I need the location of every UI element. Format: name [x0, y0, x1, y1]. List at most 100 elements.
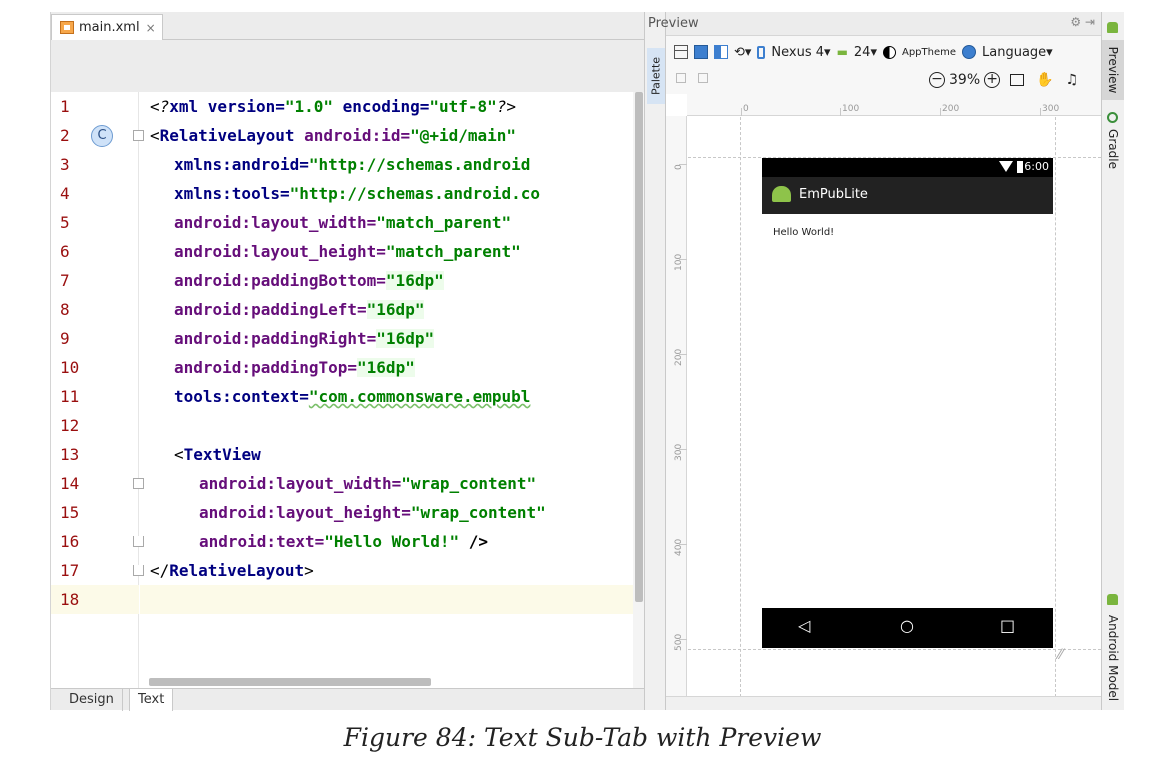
pan-hand-icon[interactable]: ✋ [1036, 72, 1053, 88]
guide-line [1055, 117, 1056, 697]
right-tool-strip: Preview Gradle Android Model [1101, 12, 1124, 710]
device-icon[interactable] [757, 45, 766, 59]
app-bar: EmPubLite [762, 177, 1053, 214]
zoom-out-icon[interactable]: − [929, 72, 945, 88]
preview-bottom-bar [666, 696, 1101, 710]
preview-title: Preview [648, 16, 699, 31]
ruler-tick: 100 [674, 253, 684, 271]
code-line-6: android:layout_height="match_parent" [174, 242, 521, 261]
orientation-icon[interactable]: ⟲▾ [734, 45, 751, 60]
layout-grid-icon[interactable] [674, 45, 688, 59]
tool-window-gradle[interactable]: Gradle [1102, 124, 1124, 174]
figure-caption: Figure 84: Text Sub-Tab with Preview [343, 723, 822, 752]
theme-icon[interactable] [882, 45, 896, 59]
guide-line [688, 649, 1101, 650]
fit-height-icon[interactable] [698, 73, 708, 83]
android-logo-icon [772, 186, 791, 202]
tab-design[interactable]: Design [61, 689, 123, 711]
line-number: 9 [60, 329, 70, 348]
line-number: 15 [60, 503, 80, 522]
xml-file-icon [60, 21, 74, 34]
line-number: 1 [60, 97, 70, 116]
file-tab-label: main.xml [79, 20, 140, 35]
class-badge-icon[interactable]: C [91, 125, 113, 147]
line-number: 4 [60, 184, 70, 203]
code-line-13: <TextView [174, 445, 261, 464]
ruler-tick: 200 [674, 348, 684, 366]
code-area[interactable]: <?xml version="1.0" encoding="utf-8"?> <… [140, 92, 633, 688]
ruler-tick: 500 [674, 633, 684, 651]
palette-tool-strip: Palette [644, 12, 666, 710]
status-bar: 6:00 [762, 158, 1053, 177]
code-line-4: xmlns:tools="http://schemas.android.co [174, 184, 541, 203]
ruler-tick: 200 [942, 104, 960, 114]
vertical-ruler: 0 100 200 300 400 500 [666, 116, 687, 696]
ruler-tick: 300 [1042, 104, 1060, 114]
line-number: 11 [60, 387, 80, 406]
vertical-scroll-thumb[interactable] [635, 92, 643, 602]
tab-text[interactable]: Text [129, 689, 174, 711]
line-number-gutter: 1 2 3 4 5 6 7 8 9 10 11 12 13 14 15 16 1… [51, 92, 144, 688]
ruler-tick: 300 [674, 443, 684, 461]
line-number-current: 18 [51, 585, 139, 614]
language-selector[interactable]: Language▾ [982, 45, 1053, 60]
code-line-11: tools:context="com.commonsware.empubl [174, 387, 531, 406]
line-number: 5 [60, 213, 70, 232]
globe-icon[interactable] [962, 45, 977, 59]
line-number: 13 [60, 445, 80, 464]
code-line-8: android:paddingLeft="16dp" [174, 300, 425, 319]
api-selector[interactable]: 24▾ [854, 45, 877, 60]
android-model-icon [1107, 594, 1118, 605]
gradle-tool-label: Gradle [1106, 129, 1120, 169]
line-number: 10 [60, 358, 80, 377]
code-line-16: android:text="Hello World!" /> [199, 532, 488, 551]
android-api-icon[interactable]: ▬ [837, 45, 848, 59]
ruler-tick: 400 [674, 538, 684, 556]
horizontal-scroll-thumb[interactable] [149, 678, 431, 686]
line-number: 8 [60, 300, 70, 319]
preview-tool-label: Preview [1106, 46, 1120, 94]
palette-label: Palette [649, 56, 663, 96]
horizontal-ruler: 0 100 200 300 [687, 94, 1101, 116]
palette-toggle[interactable]: Palette [647, 48, 665, 104]
code-line-3: xmlns:android="http://schemas.android [174, 155, 531, 174]
zoom-toolbar: − 39% + ✋ ♫ [666, 68, 1101, 94]
ruler-tick: 0 [674, 164, 684, 170]
line-number: 6 [60, 242, 70, 261]
preview-canvas[interactable]: 6:00 EmPubLite Hello World! ◁ ○ □ ⁄⁄ [688, 117, 1101, 697]
zoom-level: 39% [949, 72, 981, 88]
code-line-15: android:layout_height="wrap_content" [199, 503, 546, 522]
home-icon: ○ [900, 616, 914, 635]
zoom-fit-icon[interactable] [1010, 74, 1025, 86]
android-model-tool-label: Android Model [1106, 614, 1120, 702]
ruler-tick: 0 [743, 104, 749, 114]
navigation-bar: ◁ ○ □ [762, 608, 1053, 648]
tool-window-preview[interactable]: Preview [1102, 40, 1124, 100]
gradle-icon [1107, 112, 1118, 123]
bell-icon[interactable]: ♫ [1066, 72, 1079, 88]
ruler-tick: 100 [842, 104, 860, 114]
code-line-5: android:layout_width="match_parent" [174, 213, 512, 232]
ide-window: main.xml × 1 2 3 4 5 6 7 8 9 10 11 12 13… [0, 0, 1165, 761]
line-number: 7 [60, 271, 70, 290]
device-screen[interactable]: 6:00 EmPubLite Hello World! ◁ ○ □ [762, 158, 1053, 648]
theme-selector[interactable]: AppTheme [902, 47, 956, 58]
file-tab-main-xml[interactable]: main.xml × [51, 14, 163, 40]
blueprint-view-icon[interactable] [714, 45, 728, 59]
tool-window-android-model[interactable]: Android Model [1102, 608, 1124, 708]
hello-text-view[interactable]: Hello World! [773, 227, 834, 238]
fit-width-icon[interactable] [676, 73, 686, 83]
guide-line [740, 117, 741, 697]
line-number: 17 [60, 561, 80, 580]
app-title: EmPubLite [799, 187, 868, 202]
gear-icon[interactable]: ⚙ ⇥ [1070, 15, 1095, 29]
device-selector[interactable]: Nexus 4▾ [771, 45, 830, 60]
line-number: 14 [60, 474, 80, 493]
wifi-icon [999, 161, 1013, 172]
resize-handle-icon[interactable]: ⁄⁄ [1058, 647, 1063, 663]
editor-tab-bar: main.xml × [51, 12, 645, 40]
zoom-in-icon[interactable]: + [984, 72, 1001, 88]
design-view-icon[interactable] [694, 45, 708, 59]
code-line-9: android:paddingRight="16dp" [174, 329, 435, 348]
close-icon[interactable]: × [146, 21, 156, 35]
